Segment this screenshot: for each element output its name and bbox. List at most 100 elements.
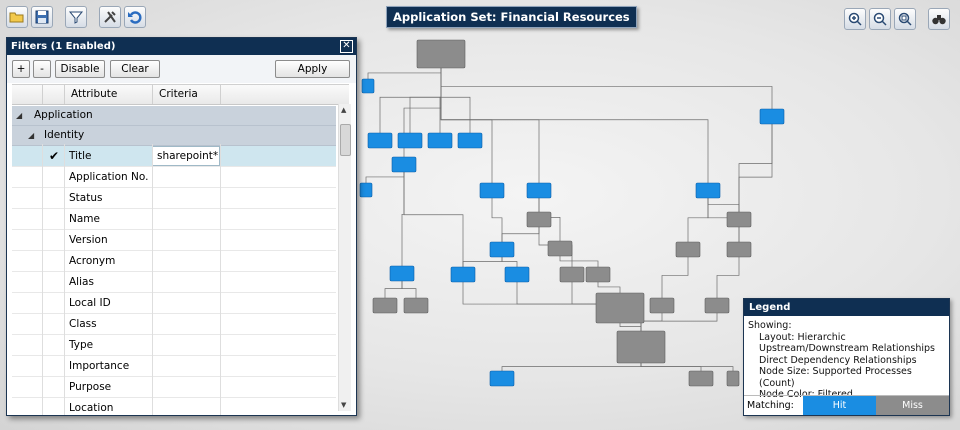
add-filter-button[interactable]: + bbox=[12, 60, 30, 78]
graph-edge bbox=[440, 68, 471, 133]
undo-button[interactable] bbox=[124, 6, 146, 28]
collapse-triangle-icon[interactable]: ◢ bbox=[16, 106, 22, 125]
graph-node-miss[interactable] bbox=[726, 241, 752, 258]
remove-filter-button[interactable]: - bbox=[33, 60, 51, 78]
filter-row[interactable]: ✔ Title sharepoint* bbox=[12, 146, 336, 167]
graph-node-hit[interactable] bbox=[489, 241, 515, 258]
graph-node-hit[interactable] bbox=[759, 108, 785, 125]
graph-node-miss[interactable] bbox=[704, 297, 730, 314]
graph-node-miss[interactable] bbox=[616, 330, 666, 364]
graph-node-miss[interactable] bbox=[547, 240, 573, 257]
graph-node-hit[interactable] bbox=[489, 370, 515, 387]
filter-row[interactable]: Importance bbox=[12, 356, 336, 377]
graph-node-hit[interactable] bbox=[367, 132, 393, 149]
checkmark-icon[interactable]: ✔ bbox=[49, 146, 59, 166]
save-button[interactable] bbox=[31, 6, 53, 28]
graph-node-miss[interactable] bbox=[403, 297, 429, 314]
attribute-column-header[interactable]: Attribute bbox=[64, 85, 152, 104]
graph-node-miss[interactable] bbox=[726, 211, 752, 228]
filter-row[interactable]: Purpose bbox=[12, 377, 336, 398]
graph-edge bbox=[640, 363, 702, 371]
filter-row[interactable]: Location bbox=[12, 398, 336, 415]
filter-row[interactable]: Class bbox=[12, 314, 336, 335]
scroll-down-arrow-icon[interactable]: ▼ bbox=[341, 401, 346, 409]
criteria-column-header[interactable]: Criteria bbox=[152, 85, 220, 104]
tools-button[interactable] bbox=[99, 6, 121, 28]
filter-row[interactable]: Name bbox=[12, 209, 336, 230]
graph-node-hit[interactable] bbox=[359, 182, 373, 198]
criteria-cell[interactable] bbox=[152, 209, 220, 229]
graph-node-miss[interactable] bbox=[526, 211, 552, 228]
filter-button[interactable] bbox=[65, 6, 87, 28]
application-set-title: Application Set: Financial Resources bbox=[386, 6, 637, 28]
filter-row[interactable]: Local ID bbox=[12, 293, 336, 314]
group-application[interactable]: ◢ Application bbox=[12, 106, 336, 126]
disable-button[interactable]: Disable bbox=[55, 60, 105, 78]
graph-node-hit[interactable] bbox=[479, 182, 505, 199]
zoom-fit-button[interactable] bbox=[894, 8, 916, 30]
open-button[interactable] bbox=[6, 6, 28, 28]
graph-node-hit[interactable] bbox=[504, 266, 530, 283]
attribute-cell: Local ID bbox=[69, 297, 111, 309]
scroll-thumb[interactable] bbox=[340, 124, 351, 156]
graph-node-miss[interactable] bbox=[585, 266, 611, 283]
graph-node-hit[interactable] bbox=[389, 265, 415, 282]
criteria-cell[interactable] bbox=[152, 251, 220, 271]
graph-node-miss[interactable] bbox=[372, 297, 398, 314]
criteria-cell[interactable] bbox=[152, 398, 220, 415]
find-button[interactable] bbox=[928, 8, 950, 30]
group-identity[interactable]: ◢ Identity bbox=[12, 126, 336, 146]
zoom-in-button[interactable] bbox=[844, 8, 866, 30]
criteria-cell[interactable] bbox=[152, 314, 220, 334]
filters-panel: Filters (1 Enabled) ✕ + - Disable Clear … bbox=[6, 37, 357, 416]
attribute-cell: Importance bbox=[69, 360, 130, 372]
filters-title: Filters bbox=[11, 41, 48, 52]
graph-node-miss[interactable] bbox=[416, 39, 466, 69]
graph-node-hit[interactable] bbox=[397, 132, 423, 149]
graph-node-hit[interactable] bbox=[391, 156, 417, 173]
graph-node-hit[interactable] bbox=[457, 132, 483, 149]
criteria-cell[interactable] bbox=[152, 293, 220, 313]
zoom-out-button[interactable] bbox=[869, 8, 891, 30]
criteria-cell[interactable] bbox=[152, 188, 220, 208]
graph-node-miss[interactable] bbox=[649, 297, 675, 314]
graph-node-hit[interactable] bbox=[526, 182, 552, 199]
undo-icon bbox=[128, 11, 142, 24]
legend-line: Layout: Hierarchic bbox=[759, 331, 846, 343]
apply-button[interactable]: Apply bbox=[275, 60, 350, 78]
graph-node-hit[interactable] bbox=[450, 266, 476, 283]
filter-row[interactable]: Version bbox=[12, 230, 336, 251]
criteria-cell[interactable] bbox=[152, 377, 220, 397]
criteria-cell[interactable] bbox=[152, 230, 220, 250]
filter-row[interactable]: Application No. bbox=[12, 167, 336, 188]
attribute-cell: Acronym bbox=[69, 255, 116, 267]
graph-edge bbox=[491, 198, 503, 242]
graph-node-hit[interactable] bbox=[427, 132, 453, 149]
graph-node-miss[interactable] bbox=[559, 266, 585, 283]
criteria-cell[interactable] bbox=[152, 167, 220, 187]
filters-scrollbar[interactable]: ▲ ▼ bbox=[338, 104, 351, 411]
scroll-up-arrow-icon[interactable]: ▲ bbox=[341, 106, 346, 114]
graph-node-miss[interactable] bbox=[595, 292, 645, 324]
graph-edge bbox=[738, 124, 773, 212]
filter-row[interactable]: Acronym bbox=[12, 251, 336, 272]
filters-grid: ◢ Application ◢ Identity ✔ Title sharepoin… bbox=[12, 106, 336, 415]
attribute-cell: Alias bbox=[69, 276, 94, 288]
graph-node-miss[interactable] bbox=[675, 241, 701, 258]
filter-row[interactable]: Status bbox=[12, 188, 336, 209]
filter-row[interactable]: Alias bbox=[12, 272, 336, 293]
filter-row[interactable]: Type bbox=[12, 335, 336, 356]
graph-node-miss[interactable] bbox=[726, 370, 740, 387]
graph-node-hit[interactable] bbox=[695, 182, 721, 199]
close-icon[interactable]: ✕ bbox=[340, 40, 353, 53]
legend-matching: Matching: Hit Miss bbox=[744, 395, 949, 415]
graph-node-hit[interactable] bbox=[361, 78, 375, 94]
graph-edge bbox=[661, 257, 689, 298]
collapse-triangle-icon[interactable]: ◢ bbox=[28, 126, 34, 145]
clear-button[interactable]: Clear bbox=[110, 60, 160, 78]
criteria-cell[interactable]: sharepoint* bbox=[152, 146, 220, 166]
criteria-cell[interactable] bbox=[152, 335, 220, 355]
criteria-cell[interactable] bbox=[152, 272, 220, 292]
criteria-cell[interactable] bbox=[152, 356, 220, 376]
graph-node-miss[interactable] bbox=[688, 370, 714, 387]
